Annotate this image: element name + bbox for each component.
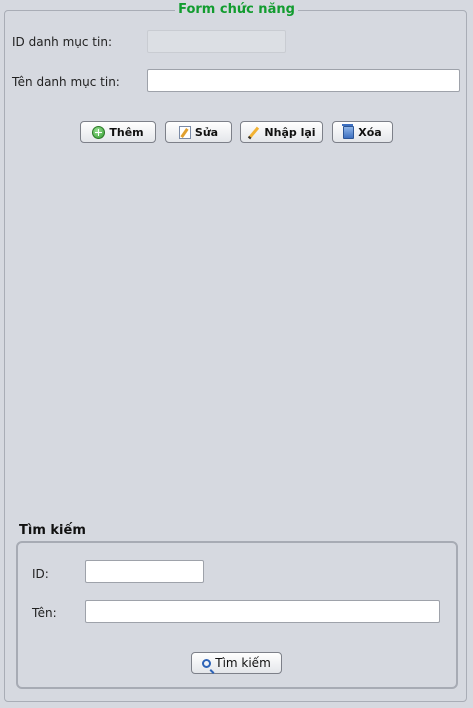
search-button[interactable]: Tìm kiếm [191, 652, 282, 674]
reset-button-label: Nhập lại [264, 125, 316, 139]
add-button-label: Thêm [109, 125, 144, 139]
search-id-label: ID: [32, 567, 49, 581]
pencil-icon [247, 126, 260, 139]
add-button[interactable]: Thêm [80, 121, 156, 143]
edit-button[interactable]: Sửa [165, 121, 232, 143]
delete-button-label: Xóa [358, 125, 382, 139]
search-button-label: Tìm kiếm [215, 656, 271, 670]
search-name-input[interactable] [85, 600, 440, 623]
search-name-label: Tên: [32, 606, 57, 620]
id-label: ID danh mục tin: [12, 35, 112, 49]
name-field[interactable] [147, 69, 460, 92]
reset-button[interactable]: Nhập lại [240, 121, 323, 143]
edit-button-label: Sửa [194, 125, 219, 139]
delete-button[interactable]: Xóa [332, 121, 393, 143]
trash-icon [342, 123, 355, 139]
search-section-title: Tìm kiếm [19, 523, 86, 538]
name-label: Tên danh mục tin: [12, 75, 120, 89]
search-id-input[interactable] [85, 560, 204, 583]
id-field[interactable] [147, 30, 286, 53]
form-title: Form chức năng [175, 2, 298, 17]
search-icon [202, 658, 212, 668]
edit-icon [178, 125, 191, 139]
plus-icon [92, 125, 106, 139]
